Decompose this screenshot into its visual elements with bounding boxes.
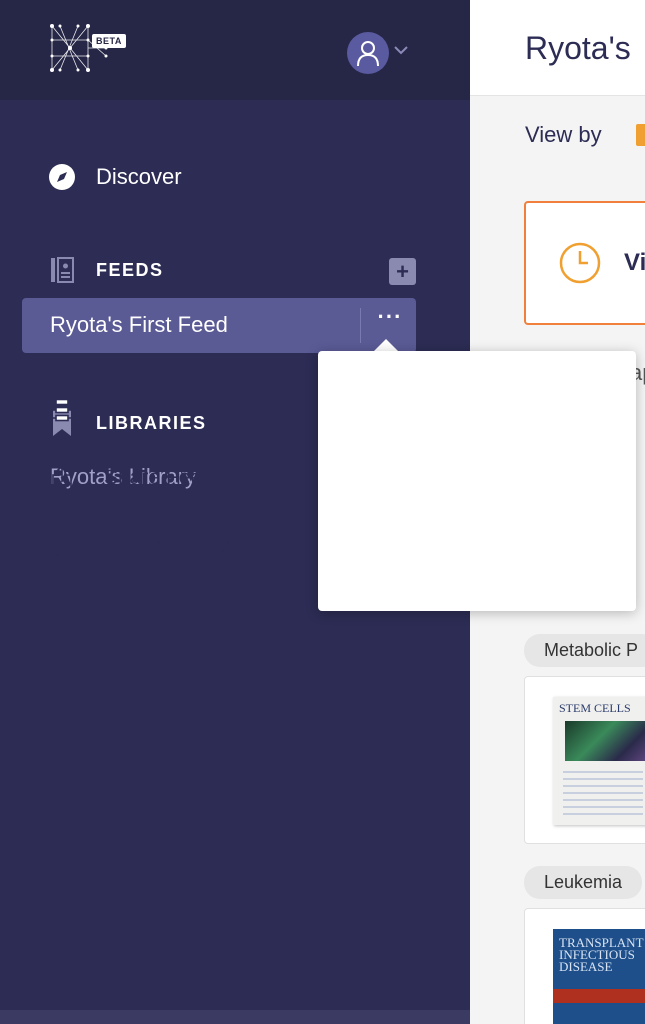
- feeds-section-header: FEEDS: [48, 256, 164, 284]
- sidebar-item-feed[interactable]: Ryota's First Feed ···: [22, 298, 416, 353]
- cover-image: [565, 721, 645, 761]
- journal-card[interactable]: TRANSPLANT INFECTIOUS DISEASE: [524, 908, 645, 1024]
- topic-chip[interactable]: Leukemia: [524, 866, 643, 899]
- recent-card[interactable]: Vi: [524, 201, 645, 325]
- cover-band: [553, 989, 645, 1003]
- divider: [360, 308, 361, 343]
- beta-badge: BETA: [92, 34, 126, 48]
- menu-item-label: Share Feed: [104, 466, 214, 489]
- menu-item-rename-feed[interactable]: Rename Feed: [0, 518, 318, 574]
- logo-icon[interactable]: [48, 20, 108, 76]
- more-options-button[interactable]: ···: [372, 306, 408, 343]
- feed-options-menu: [318, 351, 636, 611]
- journal-card[interactable]: STEM CELLS: [524, 676, 645, 844]
- card-title: Vi: [624, 249, 645, 276]
- cover-title: TRANSPLANT INFECTIOUS DISEASE: [559, 936, 644, 974]
- sidebar-footer: [0, 1010, 470, 1024]
- journal-cover: TRANSPLANT INFECTIOUS DISEASE: [553, 929, 645, 1024]
- menu-item-share-feed[interactable]: Share Feed: [0, 450, 318, 506]
- feed-icon: [48, 256, 76, 284]
- pencil-icon: [48, 532, 76, 560]
- add-feed-button[interactable]: +: [389, 258, 416, 285]
- user-icon: [357, 41, 379, 66]
- compass-icon: [49, 164, 75, 190]
- sidebar-header: BETA: [0, 0, 470, 100]
- main-header: Ryota's: [470, 0, 645, 96]
- cover-text-lines: [563, 771, 643, 815]
- menu-item-edit-feed[interactable]: Edit Feed: [0, 382, 318, 438]
- feed-item-label: Ryota's First Feed: [50, 312, 228, 337]
- sliders-icon: [48, 396, 76, 424]
- journal-cover: STEM CELLS: [553, 697, 645, 825]
- sidebar-item-discover[interactable]: Discover: [48, 163, 182, 191]
- sidebar-item-label: Discover: [96, 164, 182, 189]
- view-by-toggle[interactable]: [636, 124, 645, 146]
- share-icon: [48, 464, 76, 492]
- cover-title-line: DISEASE: [559, 959, 613, 974]
- menu-arrow: [374, 339, 398, 351]
- avatar[interactable]: [347, 32, 389, 74]
- chevron-down-icon[interactable]: [394, 42, 408, 58]
- menu-item-label: Edit Feed: [104, 398, 194, 421]
- feeds-header-label: FEEDS: [96, 259, 164, 280]
- topic-chip[interactable]: Metabolic P: [524, 634, 645, 667]
- page-title: Ryota's: [525, 30, 631, 66]
- clock-icon: [559, 242, 601, 284]
- view-by-label: View by: [525, 122, 602, 147]
- cover-title: STEM CELLS: [559, 701, 631, 715]
- menu-item-label: Rename Feed: [104, 534, 238, 557]
